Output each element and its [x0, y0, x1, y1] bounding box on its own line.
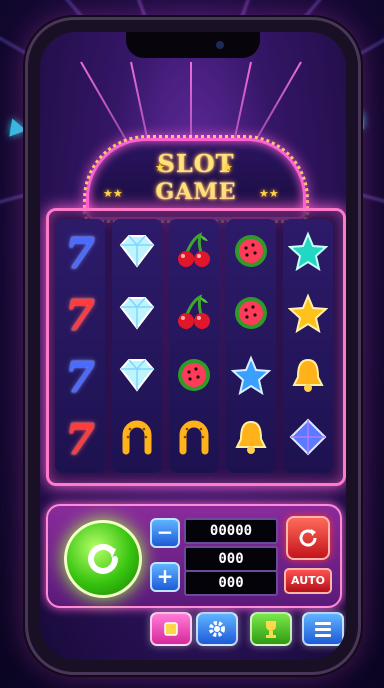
reel-4	[226, 219, 276, 473]
reel-cell	[226, 349, 276, 405]
reel-2	[112, 219, 162, 473]
star-icon: ★★	[103, 187, 123, 200]
seven-red-icon: 7	[65, 414, 95, 464]
auto-spin-button[interactable]: AUTO	[284, 568, 332, 594]
watermelon-icon	[231, 231, 271, 275]
horseshoe-icon	[174, 417, 214, 461]
reel-cell	[112, 349, 162, 405]
increase-bet-button[interactable]: +	[150, 562, 180, 592]
diamond-icon	[117, 233, 157, 273]
diamond-icon	[117, 357, 157, 397]
win-display: 000	[184, 570, 278, 596]
control-panel: − + 00000 000 000 AUTO	[44, 496, 344, 658]
paytable-button[interactable]	[150, 612, 192, 646]
reel-cell	[226, 411, 276, 467]
watermelon-icon	[231, 293, 271, 337]
reel-cell	[169, 287, 219, 343]
seven-blue-icon: 7	[65, 228, 95, 278]
trophy-icon	[266, 621, 276, 638]
cherries-icon	[174, 231, 214, 275]
reel-1: 7 7 7 7	[55, 219, 105, 473]
menu-button[interactable]	[302, 612, 344, 646]
credits-display: 00000	[184, 518, 278, 544]
bet-display: 000	[184, 546, 278, 572]
reel-cell	[283, 411, 333, 467]
reel-cell	[283, 287, 333, 343]
star-icon: ★	[223, 161, 233, 174]
bell-icon	[288, 355, 328, 399]
reel-cell: 7	[55, 411, 105, 467]
seven-red-icon: 7	[65, 290, 95, 340]
spin-button[interactable]	[64, 520, 142, 598]
camera-icon	[216, 41, 224, 49]
decrease-bet-button[interactable]: −	[150, 518, 180, 548]
reel-3	[169, 219, 219, 473]
reel-cell	[112, 225, 162, 281]
reel-cell	[112, 287, 162, 343]
reel-5	[283, 219, 333, 473]
gear-icon	[209, 621, 225, 637]
diamond-icon	[117, 295, 157, 335]
coins-icon	[164, 622, 178, 636]
leaderboard-button[interactable]	[250, 612, 292, 646]
phone-notch	[126, 32, 260, 58]
reel-cell	[226, 287, 276, 343]
reel-cell	[226, 225, 276, 281]
star-cyan-icon	[287, 231, 329, 275]
horseshoe-icon	[117, 417, 157, 461]
reel-cell: 7	[55, 225, 105, 281]
reel-cell	[169, 225, 219, 281]
reel-cell	[169, 411, 219, 467]
respin-button[interactable]	[286, 516, 330, 560]
settings-button[interactable]	[196, 612, 238, 646]
control-panel-body: − + 00000 000 000 AUTO	[46, 504, 342, 608]
refresh-icon	[88, 543, 118, 574]
reels-frame: 7 7 7 7	[46, 208, 346, 486]
star-gold-icon	[287, 293, 329, 337]
reel-cell: 7	[55, 287, 105, 343]
star-icon: ★★	[259, 187, 279, 200]
game-screen: SLOT GAME ★★ ★★ ★ ★ 7777 − + 00000 000 0…	[40, 32, 346, 660]
bell-icon	[231, 417, 271, 461]
reel-cell	[112, 411, 162, 467]
phone-frame: SLOT GAME ★★ ★★ ★ ★ 7777 − + 00000 000 0…	[28, 20, 358, 672]
star-icon: ★	[155, 161, 165, 174]
seven-blue-icon: 7	[65, 352, 95, 402]
watermelon-icon	[174, 355, 214, 399]
reel-cell	[169, 349, 219, 405]
game-title-line1: SLOT	[157, 149, 235, 178]
refresh-icon	[299, 529, 317, 547]
cherries-icon	[174, 293, 214, 337]
gem-blue-icon	[288, 417, 328, 461]
reel-cell: 7	[55, 349, 105, 405]
reel-cell	[283, 349, 333, 405]
reel-cell	[283, 225, 333, 281]
menu-icon	[315, 622, 331, 637]
star-blue-icon	[230, 355, 272, 399]
